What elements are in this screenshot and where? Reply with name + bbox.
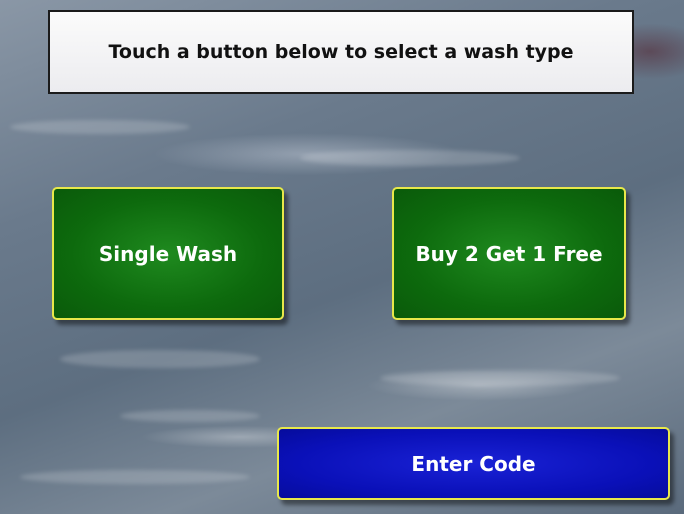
single-wash-button[interactable]: Single Wash — [52, 187, 284, 320]
buy-2-get-1-free-label: Buy 2 Get 1 Free — [415, 241, 603, 266]
instruction-text: Touch a button below to select a wash ty… — [108, 41, 574, 63]
buy-2-get-1-free-button[interactable]: Buy 2 Get 1 Free — [392, 187, 626, 320]
single-wash-label: Single Wash — [98, 241, 238, 266]
enter-code-label: Enter Code — [411, 451, 536, 476]
enter-code-button[interactable]: Enter Code — [277, 427, 670, 500]
instruction-banner: Touch a button below to select a wash ty… — [48, 10, 634, 94]
